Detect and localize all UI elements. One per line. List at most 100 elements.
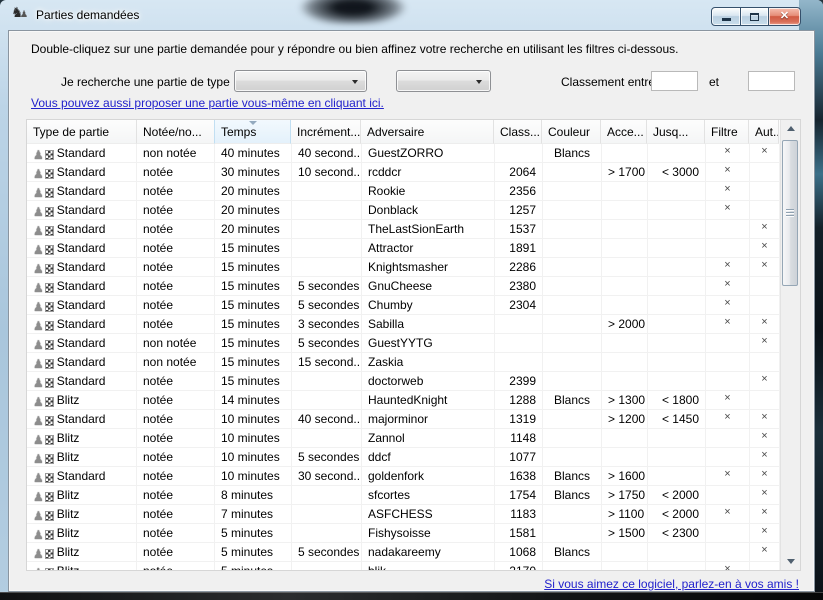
checkerboard-icon — [45, 245, 54, 255]
game-type-text: Standard — [57, 317, 106, 331]
pawn-icon: ♟ — [33, 510, 44, 522]
table-row[interactable]: ♟Standardnotée30 minutes10 second...rcdd… — [27, 163, 800, 182]
scrollbar-thumb[interactable] — [782, 140, 798, 286]
close-button[interactable]: ✕ — [768, 7, 801, 26]
cell-type: ♟Standard — [27, 220, 137, 239]
minimize-button[interactable] — [711, 7, 741, 26]
table-row[interactable]: ♟Blitznotée7 minutesASFCHESS1183> 1100< … — [27, 505, 800, 524]
column-header-opponent[interactable]: Adversaire — [361, 120, 494, 144]
table-row[interactable]: ♟Blitznotée5 minutes5 secondesnadakareem… — [27, 543, 800, 562]
cell-rating — [495, 144, 543, 163]
cell-rating: 1754 — [495, 486, 543, 505]
cell-increment — [292, 239, 362, 258]
column-header-auto[interactable]: Aut... — [749, 120, 779, 144]
column-header-label: Type de partie — [33, 125, 109, 139]
game-type-text: Standard — [57, 165, 106, 179]
game-type-text: Standard — [57, 241, 106, 255]
checkerboard-icon — [45, 188, 54, 198]
scroll-down-button[interactable] — [781, 553, 800, 570]
cell-rated: notée — [137, 372, 215, 391]
cell-filter: × — [706, 410, 750, 429]
cell-above — [602, 543, 648, 562]
titlebar[interactable]: ♞ ♟ Parties demandées — [0, 0, 823, 30]
cell-opponent: ASFCHESS — [362, 505, 495, 524]
cell-auto — [750, 163, 780, 182]
table-row[interactable]: ♟Blitznotée10 minutesZannol1148× — [27, 429, 800, 448]
arrow-down-icon — [787, 559, 795, 564]
cell-rated: notée — [137, 163, 215, 182]
cell-type: ♟Standard — [27, 258, 137, 277]
cell-rated: non notée — [137, 144, 215, 163]
cell-rated: notée — [137, 486, 215, 505]
propose-game-link[interactable]: Vous pouvez aussi proposer une partie vo… — [31, 96, 384, 110]
game-type-combobox[interactable] — [234, 70, 367, 92]
column-header-below[interactable]: Jusq... — [647, 120, 705, 144]
cell-auto: × — [750, 429, 780, 448]
table-row[interactable]: ♟Standardnotée15 minutesAttractor1891× — [27, 239, 800, 258]
table-row[interactable]: ♟Blitznotée8 minutessfcortes1754Blancs> … — [27, 486, 800, 505]
cell-type: ♟Blitz — [27, 486, 137, 505]
cell-below: < 2300 — [648, 524, 706, 543]
table-row[interactable]: ♟Standardnon notée40 minutes40 second...… — [27, 144, 800, 163]
pawn-icon: ♟ — [33, 206, 44, 218]
and-label: et — [709, 75, 719, 89]
table-row[interactable]: ♟Standardnotée15 minutes5 secondesGnuChe… — [27, 277, 800, 296]
table-row[interactable]: ♟Standardnon notée15 minutes15 second...… — [27, 353, 800, 372]
column-header-color[interactable]: Couleur — [542, 120, 601, 144]
cell-increment — [292, 505, 362, 524]
cell-opponent: GuestYYTG — [362, 334, 495, 353]
table-row[interactable]: ♟Standardnotée20 minutesTheLastSionEarth… — [27, 220, 800, 239]
cell-color — [543, 315, 602, 334]
scroll-up-button[interactable] — [781, 120, 800, 137]
cell-increment: 5 secondes — [292, 296, 362, 315]
cell-rating: 2170 — [495, 562, 543, 570]
cell-auto — [750, 201, 780, 220]
table-row[interactable]: ♟Standardnotée15 minutes3 secondesSabill… — [27, 315, 800, 334]
rating-max-input[interactable] — [748, 71, 795, 91]
maximize-button[interactable] — [740, 7, 769, 26]
pawn-icon: ♟ — [33, 434, 44, 446]
vertical-scrollbar[interactable] — [780, 120, 800, 570]
cell-auto — [750, 277, 780, 296]
cell-above — [602, 353, 648, 372]
cell-color — [543, 562, 602, 570]
game-variant-combobox[interactable] — [396, 70, 491, 92]
table-row[interactable]: ♟Blitznotée5 minutesblik2170× — [27, 562, 800, 570]
cell-increment: 5 secondes — [292, 334, 362, 353]
table-row[interactable]: ♟Blitznotée10 minutes5 secondesddcf1077× — [27, 448, 800, 467]
cell-color — [543, 334, 602, 353]
column-header-rating[interactable]: Class... — [494, 120, 542, 144]
table-row[interactable]: ♟Standardnotée20 minutesRookie2356× — [27, 182, 800, 201]
table-row[interactable]: ♟Standardnotée10 minutes40 second...majo… — [27, 410, 800, 429]
cell-increment — [292, 391, 362, 410]
column-header-increment[interactable]: Incrément... — [291, 120, 361, 144]
table-row[interactable]: ♟Blitznotée5 minutesFishysoisse1581> 150… — [27, 524, 800, 543]
cell-auto: × — [750, 220, 780, 239]
table-row[interactable]: ♟Standardnotée15 minutesKnightsmasher228… — [27, 258, 800, 277]
cell-filter — [706, 448, 750, 467]
column-header-type[interactable]: Type de partie — [27, 120, 137, 144]
cell-below: < 1800 — [648, 391, 706, 410]
column-header-time[interactable]: Temps — [214, 120, 291, 144]
column-header-filter[interactable]: Filtre — [705, 120, 749, 144]
cell-below — [648, 562, 706, 570]
table-row[interactable]: ♟Standardnon notée15 minutes5 secondesGu… — [27, 334, 800, 353]
cell-below — [648, 543, 706, 562]
table-row[interactable]: ♟Standardnotée10 minutes30 second...gold… — [27, 467, 800, 486]
checkerboard-icon — [45, 264, 54, 274]
cell-filter — [706, 486, 750, 505]
share-software-link[interactable]: Si vous aimez ce logiciel, parlez-en à v… — [26, 577, 799, 591]
cell-type: ♟Standard — [27, 144, 137, 163]
pawn-icon: ♟ — [33, 187, 44, 199]
game-type-text: Standard — [57, 336, 106, 350]
table-row[interactable]: ♟Standardnotée20 minutesDonblack1257× — [27, 201, 800, 220]
table-row[interactable]: ♟Standardnotée15 minutesdoctorweb2399× — [27, 372, 800, 391]
column-header-above[interactable]: Acce... — [601, 120, 647, 144]
table-row[interactable]: ♟Blitznotée14 minutesHauntedKnight1288Bl… — [27, 391, 800, 410]
column-header-rated[interactable]: Notée/no... — [137, 120, 215, 144]
chess-game-icon: ♟ — [33, 377, 54, 389]
rating-min-input[interactable] — [651, 71, 698, 91]
table-row[interactable]: ♟Standardnotée15 minutes5 secondesChumby… — [27, 296, 800, 315]
cell-increment: 15 second... — [292, 353, 362, 372]
cell-auto: × — [750, 410, 780, 429]
